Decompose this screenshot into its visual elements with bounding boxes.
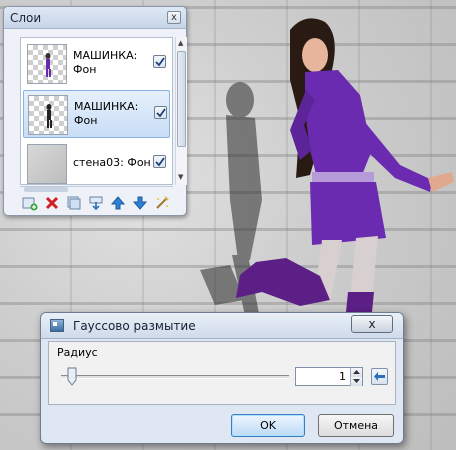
delete-layer-icon[interactable]: [44, 195, 60, 211]
move-up-icon[interactable]: [110, 195, 126, 211]
checkmark-icon: [156, 108, 166, 118]
layer-item-selected[interactable]: МАШИНКА: Фон: [23, 90, 170, 138]
layer-item[interactable]: стена03: Фон: [23, 140, 170, 184]
chevron-up-icon: [353, 370, 360, 374]
radius-stepper[interactable]: 1: [295, 367, 363, 386]
layer-name: стена03: Фон: [73, 156, 151, 169]
stepper-up-button[interactable]: [350, 368, 362, 377]
scroll-down-arrow-icon[interactable]: ▼: [178, 173, 183, 181]
duplicate-layer-icon[interactable]: [66, 195, 82, 211]
layer-thumbnail: [28, 95, 68, 135]
layers-panel-title: Слои: [10, 11, 42, 25]
scrollbar-thumb[interactable]: [24, 187, 68, 192]
radius-value: 1: [339, 370, 346, 383]
radius-group: Радиус 1: [48, 341, 396, 405]
layers-panel: Слои x МАШИНКА: Фон МАШИНКА: Фон стена03…: [3, 6, 187, 216]
chevron-down-icon: [353, 379, 360, 383]
layers-horizontal-scrollbar[interactable]: [20, 186, 173, 192]
ok-button[interactable]: OK: [231, 414, 305, 437]
radius-label: Радиус: [57, 346, 98, 359]
dialog-titlebar[interactable]: Гауссово размытие x: [41, 313, 403, 339]
layers-toolbar: [22, 195, 186, 213]
close-button[interactable]: x: [351, 315, 393, 333]
app-icon: [50, 319, 64, 332]
close-icon[interactable]: x: [167, 11, 181, 24]
cancel-button[interactable]: Отмена: [318, 414, 394, 437]
layer-thumbnail: [27, 144, 67, 184]
layers-panel-titlebar[interactable]: Слои x: [4, 7, 186, 29]
layer-visibility-checkbox[interactable]: [153, 155, 166, 168]
checkmark-icon: [155, 57, 165, 67]
add-layer-icon[interactable]: [22, 195, 38, 211]
layer-thumbnail: [27, 44, 67, 84]
stepper-down-button[interactable]: [350, 377, 362, 386]
layers-vertical-scrollbar[interactable]: ▲ ▼: [175, 37, 187, 185]
scroll-up-arrow-icon[interactable]: ▲: [178, 39, 183, 47]
reset-button[interactable]: [371, 368, 388, 385]
radius-slider-thumb[interactable]: [67, 367, 77, 386]
layers-list: МАШИНКА: Фон МАШИНКА: Фон стена03: Фон: [20, 37, 173, 185]
layer-item[interactable]: МАШИНКА: Фон: [23, 40, 170, 88]
dialog-title: Гауссово размытие: [73, 319, 196, 333]
radius-slider-track[interactable]: [61, 375, 289, 379]
arrow-left-icon: [374, 372, 385, 381]
merge-down-icon[interactable]: [88, 195, 104, 211]
layer-visibility-checkbox[interactable]: [154, 106, 167, 119]
move-down-icon[interactable]: [132, 195, 148, 211]
layer-name: МАШИНКА: Фон: [73, 49, 138, 76]
layer-name: МАШИНКА: Фон: [74, 100, 139, 127]
gaussian-blur-dialog: Гауссово размытие x Радиус 1 OK Отмена: [40, 312, 404, 444]
layer-visibility-checkbox[interactable]: [153, 55, 166, 68]
scrollbar-thumb[interactable]: [177, 51, 186, 147]
properties-icon[interactable]: [154, 195, 170, 211]
checkmark-icon: [155, 157, 165, 167]
